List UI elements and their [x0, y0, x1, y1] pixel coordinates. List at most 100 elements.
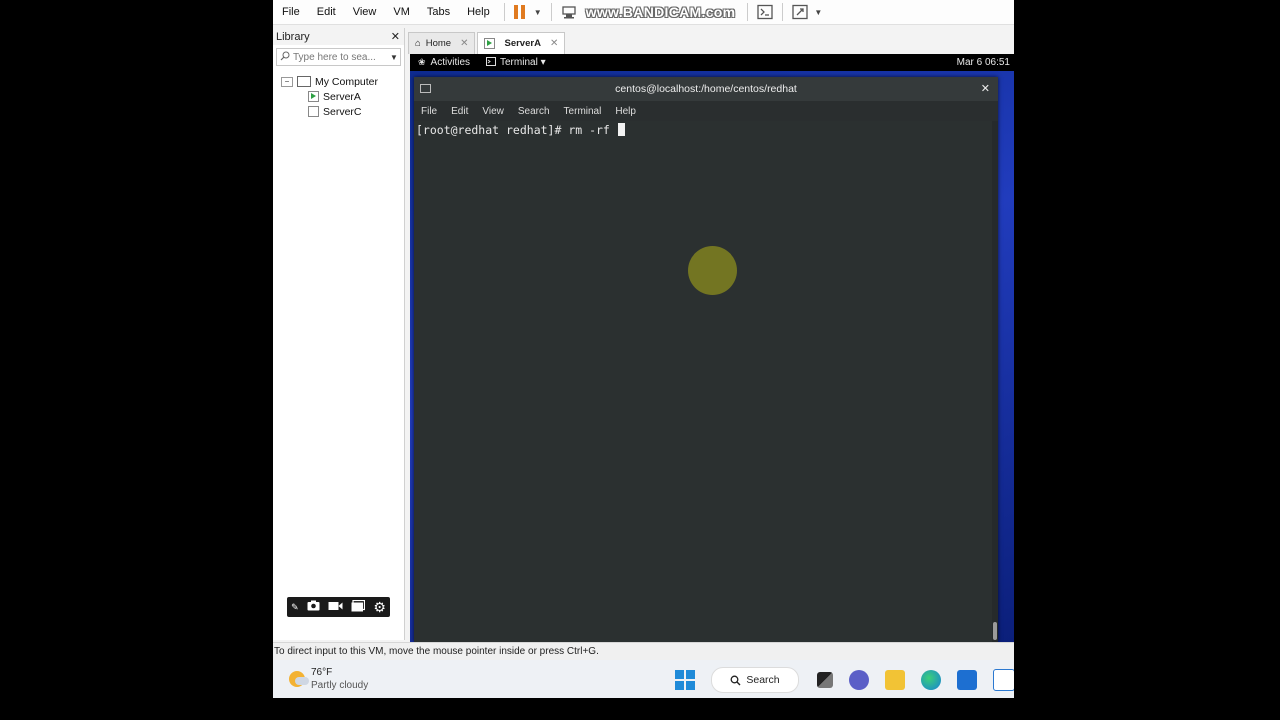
terminal-menu-bar: File Edit View Search Terminal Help [414, 101, 998, 121]
library-search-input[interactable]: Type here to sea... ▼ [276, 48, 401, 66]
video-camera-icon[interactable] [328, 600, 343, 614]
chevron-down-icon[interactable]: ▼ [388, 53, 400, 62]
status-message: To direct input to this VM, move the mou… [274, 646, 599, 657]
tree-item-my-computer[interactable]: − My Computer [273, 74, 404, 89]
search-label: Search [746, 674, 780, 686]
tree-item-serverc[interactable]: ServerC [273, 104, 404, 119]
terminal-scrollbar[interactable] [992, 121, 998, 642]
clock[interactable]: Mar 6 06:51 [957, 57, 1010, 68]
edge-browser-icon[interactable] [921, 670, 941, 690]
menu-help[interactable]: Help [458, 6, 498, 18]
terminal-menu-help[interactable]: Help [608, 106, 643, 117]
home-icon: ⌂ [415, 38, 421, 49]
pin-icon[interactable]: ✎ [291, 602, 299, 613]
remote-desktop-icon[interactable] [993, 669, 1014, 691]
gnome-top-bar: ❀ Activities Terminal ▾ Mar 6 06:51 [410, 54, 1014, 71]
collapse-icon[interactable]: − [281, 76, 293, 87]
status-bar: To direct input to this VM, move the mou… [273, 642, 1014, 660]
menu-bar: File Edit View VM Tabs Help ▼ www.BANDIC… [273, 0, 1014, 25]
menu-view[interactable]: View [344, 6, 385, 18]
tree-label: ServerC [323, 105, 362, 118]
terminal-app-menu[interactable]: Terminal ▾ [486, 56, 546, 69]
file-explorer-icon[interactable] [885, 670, 905, 690]
text-cursor [617, 123, 625, 136]
library-panel: Library ✕ Type here to sea... ▼ − My Com… [273, 28, 405, 640]
command-text: [root@redhat redhat]# rm -rf [416, 123, 617, 137]
vm-running-icon [308, 91, 319, 102]
pause-button[interactable] [513, 2, 528, 22]
microsoft-store-icon[interactable] [957, 670, 977, 690]
activities-label: Activities [430, 57, 470, 68]
menu-edit[interactable]: Edit [308, 6, 344, 18]
console-view-icon[interactable] [757, 2, 774, 22]
close-icon[interactable]: ✕ [981, 82, 990, 95]
toolbar-divider [747, 3, 749, 21]
vm-console[interactable]: ❀ Activities Terminal ▾ Mar 6 06:51 cent… [410, 54, 1014, 642]
tab-label: Home [425, 38, 452, 49]
fullscreen-icon[interactable] [792, 2, 809, 22]
terminal-text-area[interactable]: [root@redhat redhat]# rm -rf [414, 121, 992, 642]
terminal-menu-search[interactable]: Search [511, 106, 557, 117]
pause-icon [513, 5, 528, 19]
fullscreen-dropdown-icon[interactable]: ▼ [814, 2, 822, 22]
taskbar-pinned-apps: Search [675, 667, 1014, 693]
terminal-menu-view[interactable]: View [475, 106, 511, 117]
toolbar-divider [782, 3, 784, 21]
terminal-window-icon [420, 84, 431, 93]
task-view-icon[interactable] [817, 672, 833, 688]
vm-running-icon [484, 38, 496, 49]
scrollbar-thumb[interactable] [993, 622, 997, 640]
menu-file[interactable]: File [273, 6, 308, 18]
terminal-window[interactable]: centos@localhost:/home/centos/redhat ✕ F… [414, 77, 998, 642]
computer-icon [297, 76, 311, 87]
windows-taskbar: 76°F Partly cloudy Search [273, 660, 1014, 698]
close-icon[interactable]: ✕ [460, 38, 468, 49]
gnome-foot-icon: ❀ [418, 57, 426, 67]
taskbar-search-button[interactable]: Search [711, 667, 799, 693]
vm-tree: − My Computer ServerA ServerC [273, 74, 404, 119]
terminal-menu-terminal[interactable]: Terminal [557, 106, 609, 117]
mouse-pointer-highlight [688, 246, 737, 295]
send-ctrl-alt-del-icon[interactable] [561, 2, 577, 22]
vm-tabs: ⌂ Home ✕ ServerA ✕ [408, 32, 566, 54]
screen-icon[interactable] [351, 599, 366, 615]
shell-prompt-line: [root@redhat redhat]# rm -rf [416, 123, 625, 137]
bandicam-watermark: www.BANDICAM.com [585, 4, 736, 20]
library-title: Library [276, 30, 310, 43]
partly-cloudy-icon [289, 671, 309, 687]
windows-start-icon[interactable] [675, 670, 695, 690]
teams-chat-icon[interactable] [849, 670, 869, 690]
vm-icon [308, 106, 319, 117]
vmware-workstation-window: File Edit View VM Tabs Help ▼ www.BANDIC… [273, 0, 1014, 698]
terminal-icon [486, 56, 496, 69]
library-header: Library ✕ [273, 28, 404, 45]
camera-icon[interactable] [307, 600, 320, 614]
weather-widget[interactable]: 76°F Partly cloudy [289, 666, 368, 692]
activities-button[interactable]: ❀ Activities [418, 57, 470, 68]
tab-home[interactable]: ⌂ Home ✕ [408, 32, 476, 54]
toolbar-divider [550, 3, 552, 21]
close-icon[interactable]: ✕ [391, 30, 400, 43]
tree-item-servera[interactable]: ServerA [273, 89, 404, 104]
menu-tabs[interactable]: Tabs [418, 6, 458, 18]
tab-label: ServerA [504, 38, 541, 49]
gear-icon[interactable]: ⚙ [373, 599, 386, 616]
temperature: 76°F [311, 667, 333, 678]
app-menu-label: Terminal ▾ [500, 57, 546, 68]
terminal-menu-file[interactable]: File [414, 106, 444, 117]
menu-vm[interactable]: VM [384, 6, 418, 18]
terminal-menu-edit[interactable]: Edit [444, 106, 475, 117]
tree-label: My Computer [315, 75, 379, 88]
bandicam-capture-toolbar: ✎ ⚙ [287, 597, 390, 617]
search-placeholder: Type here to sea... [293, 51, 376, 63]
window-title: centos@localhost:/home/centos/redhat [615, 83, 797, 95]
search-icon [730, 675, 741, 685]
terminal-titlebar[interactable]: centos@localhost:/home/centos/redhat ✕ [414, 77, 998, 101]
tab-servera[interactable]: ServerA ✕ [477, 32, 566, 54]
weather-text: 76°F Partly cloudy [311, 666, 368, 692]
search-icon [277, 51, 293, 64]
tree-label: ServerA [323, 90, 361, 103]
weather-condition: Partly cloudy [311, 680, 369, 691]
pause-dropdown-icon[interactable]: ▼ [534, 2, 542, 22]
close-icon[interactable]: ✕ [550, 38, 558, 49]
